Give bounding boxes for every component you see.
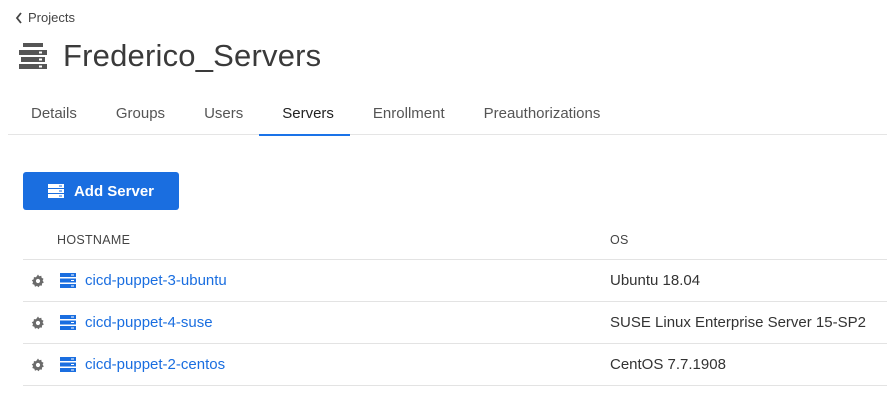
os-value: CentOS 7.7.1908 — [610, 356, 726, 373]
table-row: cicd-puppet-3-ubuntu Ubuntu 18.04 — [23, 260, 887, 302]
server-stack-icon — [19, 43, 47, 69]
add-server-label: Add Server — [73, 182, 155, 200]
hostname-link[interactable]: cicd-puppet-4-suse — [85, 314, 213, 331]
tab-users[interactable]: Users — [181, 92, 259, 135]
page-title: Frederico_Servers — [63, 38, 322, 73]
tab-servers[interactable]: Servers — [259, 92, 350, 136]
server-icon — [47, 184, 64, 198]
tab-preauthorizations[interactable]: Preauthorizations — [461, 92, 617, 135]
add-server-button[interactable]: Add Server — [23, 172, 179, 210]
servers-table: HOSTNAME OS cicd-puppet-3-ubuntu Ubuntu … — [23, 222, 887, 386]
gear-icon[interactable] — [31, 316, 45, 330]
gear-icon[interactable] — [31, 274, 45, 288]
hostname-link[interactable]: cicd-puppet-2-centos — [85, 356, 225, 373]
tab-bar: Details Groups Users Servers Enrollment … — [8, 92, 887, 136]
tab-enrollment[interactable]: Enrollment — [350, 92, 461, 135]
column-header-hostname[interactable]: HOSTNAME — [57, 233, 130, 247]
os-value: Ubuntu 18.04 — [610, 272, 701, 289]
back-to-projects-link[interactable]: Projects — [14, 10, 75, 25]
tab-groups[interactable]: Groups — [93, 92, 181, 135]
table-header: HOSTNAME OS — [23, 222, 887, 260]
hostname-link[interactable]: cicd-puppet-3-ubuntu — [85, 272, 227, 289]
table-row: cicd-puppet-4-suse SUSE Linux Enterprise… — [23, 302, 887, 344]
table-row: cicd-puppet-2-centos CentOS 7.7.1908 — [23, 344, 887, 386]
page-header: Frederico_Servers — [17, 38, 321, 74]
server-icon — [60, 357, 76, 372]
column-header-os[interactable]: OS — [610, 233, 629, 247]
server-icon — [60, 315, 76, 330]
tab-details[interactable]: Details — [8, 92, 93, 135]
gear-icon[interactable] — [31, 358, 45, 372]
os-value: SUSE Linux Enterprise Server 15-SP2 — [610, 314, 866, 331]
server-icon — [60, 273, 76, 288]
chevron-left-icon — [15, 11, 22, 24]
back-link-label: Projects — [28, 10, 75, 25]
